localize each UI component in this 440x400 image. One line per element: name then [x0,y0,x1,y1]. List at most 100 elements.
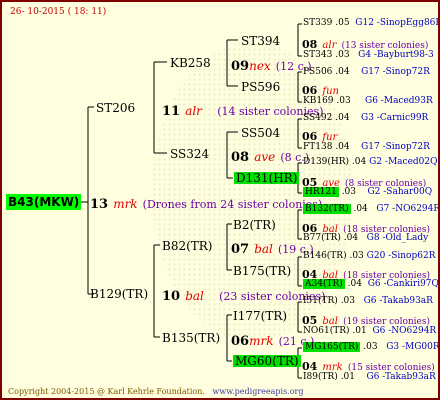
gen3-queen-code[interactable]: ST394 [241,35,280,47]
gen4-year: .03 [341,187,357,197]
gen4-location: G6 -Takab93aR [366,372,436,382]
root-race: mrk [113,197,138,211]
gen4-year: .04 [351,157,367,167]
gen2-queen-code[interactable]: B135(TR) [162,332,220,344]
gen2-drone-info: 09nex (12 c.) [231,57,312,73]
gen4-code: B77(TR) [303,233,341,243]
gen4-year: .01 [352,326,367,336]
gen3-queen-code[interactable]: D131(HR) [234,172,300,184]
gen4-entry[interactable]: PS506 .04 G17 -Sinop72R [303,68,430,77]
gen4-code: SS492 [303,113,333,123]
gen4-code: I51(TR) [303,296,338,306]
root-number: 13 [90,197,109,212]
footer: Copyright 2004-2015 @ Karl Kehrle Founda… [8,388,303,396]
gen2-queen-code[interactable]: SS324 [170,148,209,160]
root-info: 13 mrk (Drones from 24 sister colonies) [90,195,322,211]
gen4-location: G6 -Cankiri97Q [367,279,439,289]
gen4-entry[interactable]: D139(HR) .04 G2 -Maced02Q [303,158,437,167]
gen1-queen-code[interactable]: ST206 [96,102,135,114]
gen4-entry[interactable]: I89(TR) .01 G6 -Takab93aR [303,373,436,382]
gen4-year: .01 [340,372,356,382]
gen2-number: 09 [231,59,250,74]
gen2-race: mrk [249,334,274,348]
gen1-number: 11 [162,104,181,119]
gen4-entry[interactable]: SS492 .04 G3 -Carnic99R [303,114,428,123]
gen3-drone-info: 06 fun [302,81,339,97]
gen3-drone-info: 05 bal (19 sister colonies) [302,311,430,327]
gen2-race: ave [254,150,276,164]
gen4-year: .04 [335,142,350,152]
gen4-code: I89(TR) [303,372,338,382]
gen3-drone-info: 08 alr (13 sister colonies) [302,35,428,51]
gen1-drone-info: 10 bal (23 sister colonies) [162,287,325,303]
gen4-code: MG165(TR) [303,342,361,352]
gen4-year: .03 [349,251,364,261]
website-link[interactable]: www.pedigreeapis.org [213,387,304,396]
gen2-race: bal [254,242,273,256]
gen3-drone-info: 06 fur [302,127,337,143]
gen4-location: G6 -Maced93R [365,96,433,106]
gen4-year: .04 [347,279,362,289]
gen4-code: PS506 [303,67,333,77]
gen4-entry[interactable]: B146(TR) .03 G20 -Sinop62R [303,252,435,261]
gen2-queen-code[interactable]: KB258 [170,57,211,69]
gen4-location: G2 -Maced02Q [369,157,438,167]
root-drone-description: (Drones from 24 sister colonies) [142,198,323,211]
gen4-code: KB169 [303,96,334,106]
gen4-code: B132(TR) [303,204,351,214]
gen4-year: .03 [335,50,350,60]
gen4-year: .03 [336,96,351,106]
gen4-year: .04 [335,67,350,77]
gen4-entry[interactable]: B77(TR) .04 G8 -Old_Lady [303,234,428,243]
gen4-entry[interactable]: I51(TR) .03 G6 -Takab93aR [303,297,433,306]
report-timestamp: 26- 10-2015 ( 18: 11) [10,7,107,17]
gen4-location: G20 -Sinop62R [366,251,436,261]
gen4-year: .04 [353,204,368,214]
gen4-entry[interactable]: ST343 .03 G4 -Bayburt98-3 [303,51,434,60]
gen4-year: .04 [343,233,359,243]
gen1-race: bal [185,289,204,303]
gen3-queen-code[interactable]: I177(TR) [233,310,287,322]
gen4-code: ST339 [303,18,333,28]
gen4-entry[interactable]: NO61(TR) .01 G6 -NO6294R [303,327,436,336]
gen4-year: .05 [335,18,350,28]
gen4-location: G17 -Sinop72R [361,142,430,152]
gen4-location: G3 -MG00R [386,342,440,352]
copyright-text: Copyright 2004-2015 @ Karl Kehrle Founda… [8,387,205,396]
gen1-race: alr [185,104,202,118]
gen4-location: G6 -NO6294R [372,326,437,336]
gen4-location: G8 -Old_Lady [366,233,429,243]
gen4-location: G7 -NO6294R [376,204,440,214]
gen1-number: 10 [162,289,181,304]
gen3-queen-code[interactable]: B175(TR) [233,265,291,277]
gen4-code: FT138 [303,142,333,152]
gen4-location: G17 -Sinop72R [361,67,430,77]
gen1-drone-info: 11 alr (14 sister colonies) [162,102,323,118]
gen4-entry[interactable]: ST339 .05 G12 -SinopEgg86R [303,18,440,28]
gen4-entry[interactable]: HR121 .03 G2 -Sahar00Q [303,187,432,197]
gen2-number: 08 [231,150,250,165]
root-queen-code[interactable]: B43(MKW) [6,194,82,210]
gen4-year: .03 [363,342,378,352]
gen4-location: G4 -Bayburt98-3 [358,50,434,60]
gen4-entry[interactable]: B132(TR) .04 G7 -NO6294R [303,204,440,214]
gen2-drone-info: 07 bal (19 c.) [231,240,314,256]
gen4-code: A34(TR) [303,279,345,289]
gen3-queen-code[interactable]: B2(TR) [233,219,276,231]
gen4-location: G12 -SinopEgg86R [355,18,440,28]
gen2-queen-code[interactable]: B82(TR) [162,240,213,252]
gen4-location: G6 -Takab93aR [363,296,433,306]
pedigree-frame: 26- 10-2015 ( 18: 11) B43(MKW) 13 mrk (D… [0,0,440,400]
gen3-queen-code[interactable]: PS596 [241,81,280,93]
gen3-drone-info: 04 mrk (15 sister colonies) [302,357,435,373]
gen4-entry[interactable]: FT138 .04 G17 -Sinop72R [303,143,430,152]
gen3-queen-code[interactable]: MG60(TR) [233,355,301,367]
gen4-entry[interactable]: KB169 .03 G6 -Maced93R [303,97,433,106]
gen4-year: .03 [340,296,356,306]
gen2-race: nex [249,59,271,73]
gen3-queen-code[interactable]: SS504 [241,127,280,139]
gen4-year: .04 [335,113,350,123]
gen4-entry[interactable]: A34(TR) .04 G6 -Cankiri97Q [303,279,439,289]
gen4-entry[interactable]: MG165(TR) .03 G3 -MG00R [303,342,440,352]
gen1-queen-code[interactable]: B129(TR) [90,288,148,300]
